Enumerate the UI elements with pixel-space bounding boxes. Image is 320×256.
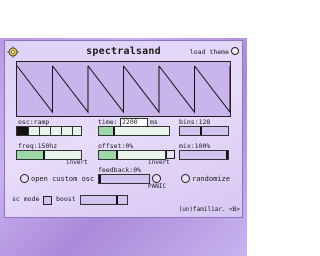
bins-label: bins:128: [179, 118, 211, 126]
slider-handle[interactable]: [99, 175, 101, 183]
osc-segment[interactable]: [72, 127, 83, 135]
feedback-label: feedback:0%: [98, 166, 142, 174]
mix-label: mix:100%: [179, 142, 211, 150]
offset-invert-toggle[interactable]: [166, 150, 175, 159]
load-theme-label: load theme: [189, 48, 229, 56]
mix-slider[interactable]: [179, 150, 229, 160]
sawtooth-path: [17, 65, 230, 114]
osc-selector[interactable]: [16, 126, 82, 136]
slider-handle[interactable]: [200, 127, 203, 135]
credit-label: (un)familiar. <B>: [178, 206, 240, 213]
osc-segment[interactable]: [39, 127, 50, 135]
offset-invert-label: invert: [148, 159, 170, 166]
osc-segment[interactable]: [50, 127, 61, 135]
open-custom-osc-button[interactable]: [20, 174, 29, 183]
slider-fill: [99, 127, 113, 135]
panic-button[interactable]: [152, 174, 161, 183]
slider-handle[interactable]: [226, 151, 228, 159]
osc-segment[interactable]: [61, 127, 72, 135]
open-custom-osc-label: open custom osc: [31, 175, 95, 183]
slider-handle[interactable]: [113, 127, 115, 135]
panic-label: PANIC: [148, 183, 167, 190]
sc-mode-label: sc mode: [12, 195, 40, 203]
slider-handle[interactable]: [115, 151, 118, 159]
slider-fill: [99, 151, 116, 159]
slider-handle[interactable]: [42, 151, 45, 159]
feedback-slider[interactable]: [98, 174, 150, 184]
freq-label: freq:150hz: [18, 142, 58, 150]
osc-label: osc:ramp: [18, 118, 50, 126]
slider-fill: [17, 151, 43, 159]
load-theme-button[interactable]: [231, 47, 239, 55]
freq-invert-label: invert: [66, 159, 88, 166]
randomize-label: randomize: [192, 175, 230, 183]
waveform-display: [16, 61, 231, 117]
time-unit: ms: [150, 118, 158, 126]
time-slider[interactable]: [98, 126, 170, 136]
slider-handle[interactable]: [115, 196, 118, 204]
randomize-button[interactable]: [181, 174, 190, 183]
boost-slider[interactable]: [80, 195, 128, 205]
boost-label: boost: [56, 195, 76, 203]
time-label: time:: [98, 118, 118, 126]
offset-label: offset:0%: [98, 142, 134, 150]
bins-slider[interactable]: [179, 126, 229, 136]
osc-segment[interactable]: [17, 127, 28, 135]
sc-mode-toggle[interactable]: [43, 196, 52, 205]
osc-segment[interactable]: [28, 127, 39, 135]
